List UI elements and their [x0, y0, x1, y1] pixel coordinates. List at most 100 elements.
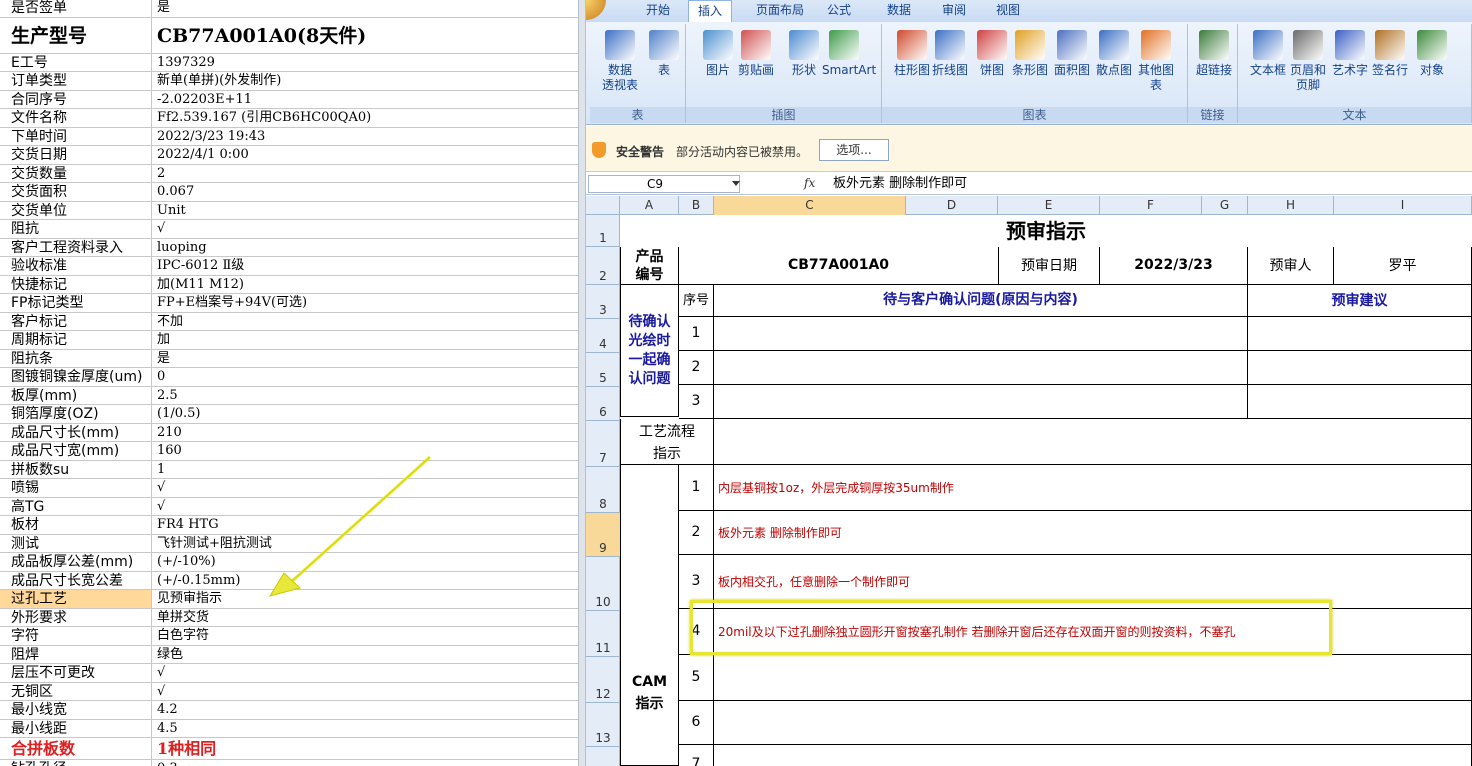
confirm-row-number[interactable]: 2 [679, 351, 714, 385]
confirm-row-number[interactable]: 1 [679, 317, 714, 351]
tab-1[interactable]: 插入 [688, 0, 732, 22]
reviewer-value[interactable]: 罗平 [1334, 247, 1472, 285]
confirm-row-suggestion[interactable] [1248, 317, 1472, 351]
process-label[interactable]: 工艺流程 指示 [620, 419, 714, 465]
question-header[interactable]: 待与客户确认问题(原因与内容) [714, 285, 1248, 317]
row-header[interactable]: 5 [586, 353, 620, 387]
ribbon-button[interactable]: 剪贴画 [734, 30, 778, 78]
select-all-corner[interactable] [586, 196, 620, 215]
tab-2[interactable]: 页面布局 [748, 0, 812, 22]
column-header[interactable]: B [679, 196, 714, 215]
ribbon-button[interactable]: 散点图 [1092, 30, 1136, 78]
row-header[interactable]: 4 [586, 319, 620, 353]
row-header[interactable]: 12 [586, 657, 620, 703]
ribbon-button[interactable]: 其他图表 [1134, 30, 1178, 93]
suggestion-header[interactable]: 预审建议 [1248, 285, 1472, 317]
cam-row-text[interactable] [714, 655, 1472, 701]
row-header[interactable]: 3 [586, 285, 620, 319]
ribbon-button[interactable]: 数据 透视表 [598, 30, 642, 93]
column-header[interactable]: A [620, 196, 679, 215]
formula-input[interactable]: 板外元素 删除制作即可 [833, 175, 967, 193]
ribbon-group-label: 表 [590, 107, 685, 123]
row-header[interactable]: 8 [586, 467, 620, 513]
options-button[interactable]: 选项... [819, 139, 889, 161]
tab-5[interactable]: 审阅 [932, 0, 976, 22]
cell-text: CB77A001A0 [787, 257, 890, 273]
cam-row-text[interactable]: 板外元素 删除制作即可 [714, 511, 1472, 555]
ribbon-button[interactable]: 超链接 [1192, 30, 1236, 78]
sheet-title[interactable]: 预审指示 [620, 215, 1472, 247]
confirm-row-question[interactable] [714, 317, 1248, 351]
ribbon-button[interactable]: 形状 [782, 30, 826, 78]
product-value[interactable]: CB77A001A0 [679, 247, 999, 285]
confirm-row-question[interactable] [714, 385, 1248, 419]
ribbon-button[interactable]: 艺术字 [1328, 30, 1372, 78]
cam-row-number[interactable]: 5 [679, 655, 714, 701]
tab-4[interactable]: 数据 [874, 0, 924, 22]
office-button-icon[interactable] [586, 0, 606, 20]
cam-row-number[interactable]: 7 [679, 745, 714, 766]
window-splitter[interactable] [578, 0, 586, 766]
row-header[interactable]: 7 [586, 421, 620, 467]
row-header[interactable]: 6 [586, 387, 620, 421]
left-row-key: 板厚(mm) [0, 386, 152, 404]
row-header[interactable]: 9 [586, 513, 620, 557]
worksheet-grid[interactable]: 预审指示 产品 编号 CB77A001A0 预审日期 2022/3/23 预审人 罗平待确认… [620, 215, 1472, 766]
cam-row-text[interactable]: 内层基铜按1oz，外层完成铜厚按35um制作 [714, 465, 1472, 511]
left-row-value: √ [157, 665, 166, 680]
cell-text: 待与客户确认问题(原因与内容) [883, 292, 1078, 308]
ribbon-button[interactable]: 表 [642, 30, 686, 78]
confirm-row-suggestion[interactable] [1248, 351, 1472, 385]
ribbon-button[interactable]: 页眉和 页脚 [1286, 30, 1330, 93]
fx-icon[interactable]: fx [804, 176, 815, 190]
ribbon-button[interactable]: 对象 [1410, 30, 1454, 78]
ribbon-button[interactable]: 文本框 [1246, 30, 1290, 78]
tab-0[interactable]: 开始 [636, 0, 680, 22]
row-header[interactable]: 13 [586, 703, 620, 747]
confirm-label[interactable]: 待确认 光绘时 一起确 认问题 [620, 285, 679, 417]
ribbon-button[interactable]: 条形图 [1008, 30, 1052, 78]
product-label[interactable]: 产品 编号 [620, 247, 679, 285]
cam-row-number[interactable]: 6 [679, 701, 714, 745]
date-label[interactable]: 预审日期 [999, 247, 1100, 285]
column-header[interactable]: E [998, 196, 1100, 215]
cam-label[interactable]: CAM 指示 [620, 465, 679, 766]
left-row-key: 合同序号 [0, 90, 152, 108]
column-header[interactable]: G [1202, 196, 1248, 215]
row-header[interactable]: 11 [586, 611, 620, 657]
row-header[interactable]: 2 [586, 247, 620, 285]
left-row-key: 客户工程资料录入 [0, 238, 152, 256]
ribbon-button[interactable]: 折线图 [928, 30, 972, 78]
confirm-row-question[interactable] [714, 351, 1248, 385]
confirm-row-number[interactable]: 3 [679, 385, 714, 419]
ribbon-button[interactable]: 面积图 [1050, 30, 1094, 78]
tab-3[interactable]: 公式 [814, 0, 864, 22]
left-spreadsheet: 是否签单是生产型号 CB77A001A0(8天件) E工号 1397329 订单类型 新单… [0, 0, 582, 766]
column-header[interactable]: C [714, 196, 906, 215]
column-header[interactable]: I [1334, 196, 1472, 215]
column-header[interactable]: F [1100, 196, 1202, 215]
cam-row-text[interactable] [714, 701, 1472, 745]
row-header[interactable]: 10 [586, 557, 620, 611]
cam-row-number[interactable]: 2 [679, 511, 714, 555]
cam-row-text[interactable] [714, 745, 1472, 766]
tab-6[interactable]: 视图 [986, 0, 1030, 22]
row-number: 5 [599, 371, 607, 385]
reviewer-label[interactable]: 预审人 [1248, 247, 1334, 285]
confirm-row-suggestion[interactable] [1248, 385, 1472, 419]
left-row: 外形要求 单拼交货 [0, 608, 582, 627]
ribbon-button[interactable]: SmartArt [822, 30, 876, 78]
date-value[interactable]: 2022/3/23 [1100, 247, 1248, 285]
left-row-key: 成品板厚公差(mm) [0, 553, 152, 571]
cam-row-number[interactable]: 1 [679, 465, 714, 511]
column-header[interactable]: D [906, 196, 998, 215]
chevron-down-icon[interactable] [732, 181, 740, 186]
name-box[interactable]: C9 [588, 175, 740, 193]
row-header[interactable]: 1 [586, 215, 620, 247]
left-row: 层压不可更改 √ [0, 664, 582, 683]
process-content[interactable] [714, 419, 1472, 465]
column-header[interactable]: H [1248, 196, 1334, 215]
ribbon-button[interactable]: 签名行 [1368, 30, 1412, 78]
left-row-value: 绿色 [157, 646, 184, 662]
seq-header[interactable]: 序号 [679, 285, 714, 317]
